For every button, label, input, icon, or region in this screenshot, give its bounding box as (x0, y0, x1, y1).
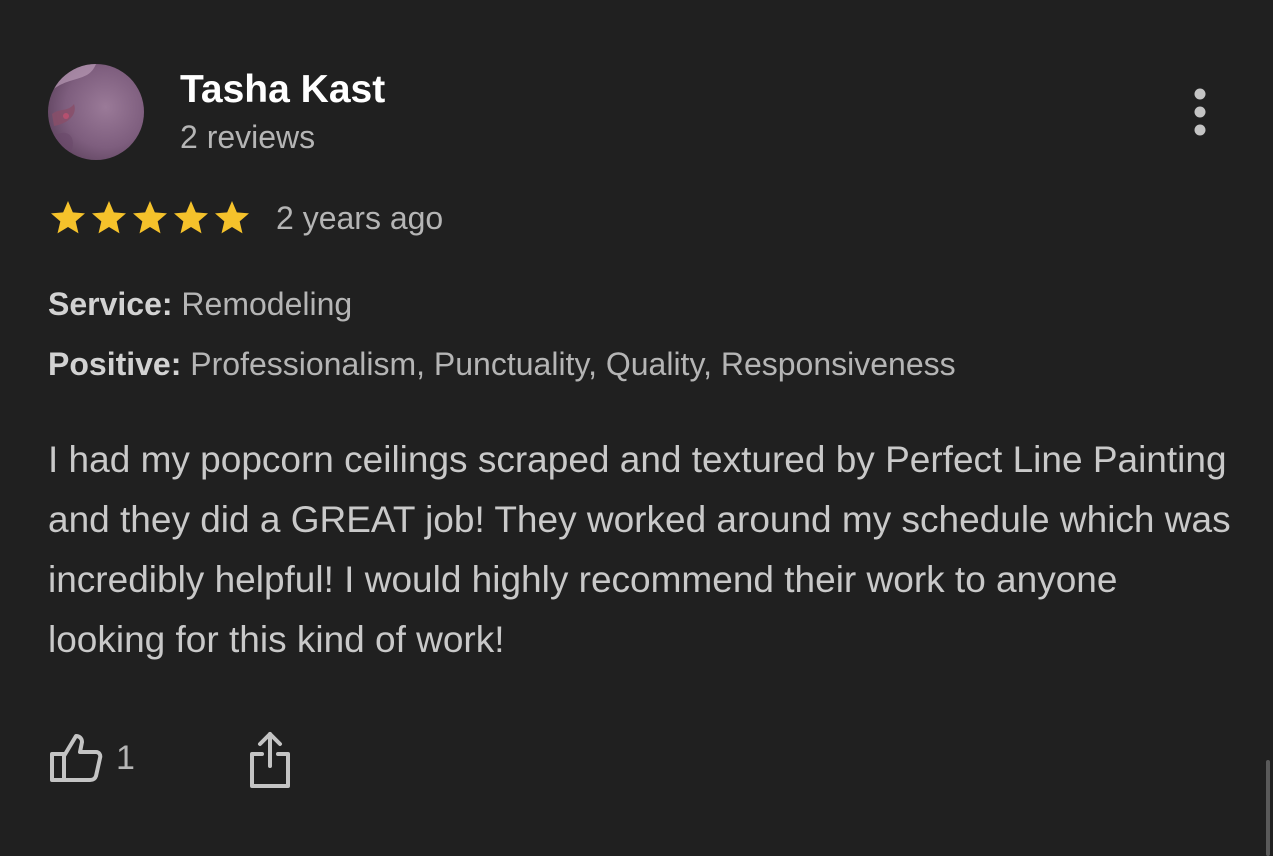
star-rating (48, 198, 253, 238)
reviewer-review-count: 2 reviews (180, 119, 316, 155)
service-value: Remodeling (181, 286, 353, 322)
review-date: 2 years ago (276, 200, 444, 236)
more-vertical-icon (1194, 88, 1206, 136)
review-card: Tasha Kast 2 reviews 2 years ago Service… (0, 0, 1273, 856)
scrollbar[interactable] (1266, 760, 1270, 856)
thumbs-up-icon (50, 734, 103, 782)
star-icon (215, 201, 249, 234)
avatar-image (48, 64, 144, 160)
like-button[interactable]: 1 (48, 728, 135, 788)
service-attribute: Service: Remodeling (48, 285, 352, 323)
positive-label: Positive: (48, 346, 182, 382)
star-icon (92, 201, 126, 234)
positive-attribute: Positive: Professionalism, Punctuality, … (48, 345, 956, 383)
reviewer-name[interactable]: Tasha Kast (180, 68, 385, 112)
star-icon (51, 201, 85, 234)
star-icon (133, 201, 167, 234)
share-button[interactable] (246, 730, 294, 790)
share-icon (250, 732, 290, 788)
service-label: Service: (48, 286, 173, 322)
more-options-button[interactable] (1180, 84, 1220, 140)
like-count: 1 (116, 739, 135, 777)
review-text: I had my popcorn ceilings scraped and te… (48, 439, 1231, 660)
star-icon (174, 201, 208, 234)
positive-value: Professionalism, Punctuality, Quality, R… (190, 346, 956, 382)
reviewer-avatar[interactable] (48, 64, 144, 160)
